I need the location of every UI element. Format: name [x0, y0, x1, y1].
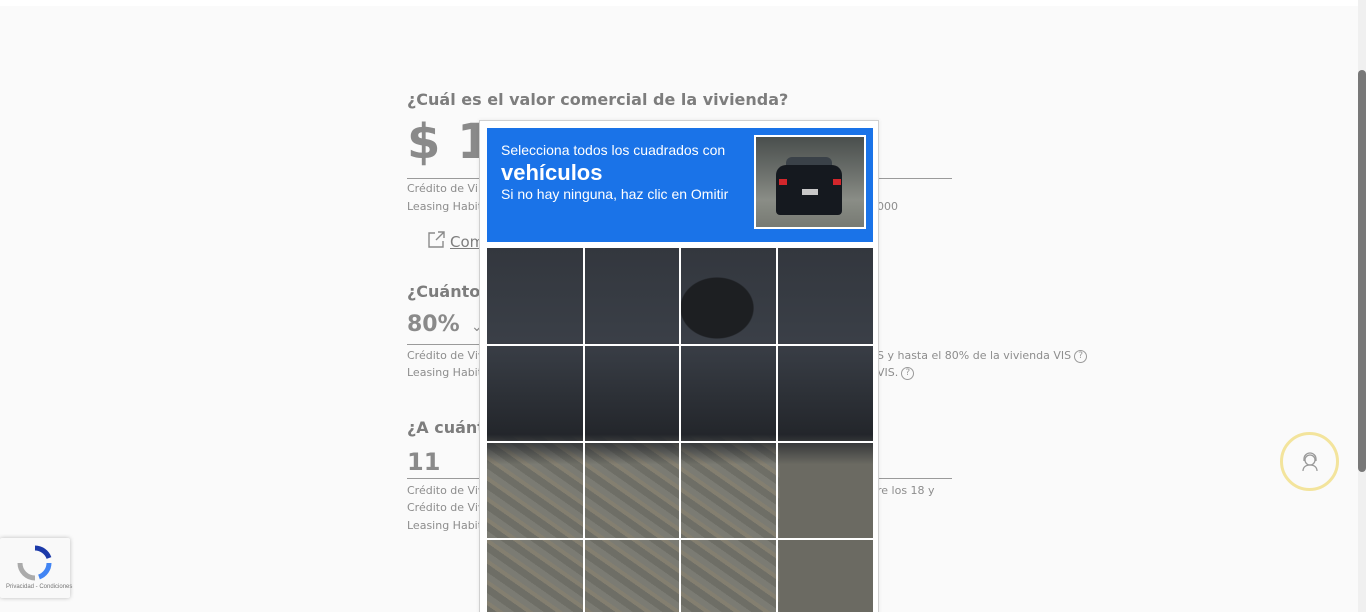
challenge-tile[interactable] — [775, 344, 874, 443]
home-value-input[interactable]: $ 1 — [407, 114, 491, 170]
help-icon[interactable]: ? — [1074, 349, 1088, 363]
home-value-note-leasing-right: 000 — [877, 200, 898, 213]
recaptcha-challenge: Selecciona todos los cuadrados con vehíc… — [479, 120, 879, 612]
challenge-skip-hint: Si no hay ninguna, haz clic en Omitir — [501, 186, 729, 202]
challenge-tile[interactable] — [679, 538, 778, 612]
badge-privacy-terms[interactable]: Privacidad - Condiciones — [6, 584, 72, 590]
home-value-note-credit: Crédito de Vi — [407, 182, 478, 195]
support-agent-icon — [1302, 452, 1318, 472]
question-home-value: ¿Cuál es el valor comercial de la vivien… — [407, 90, 789, 109]
challenge-tile[interactable] — [486, 441, 585, 540]
term-note-leasing: Leasing Habit — [407, 519, 483, 532]
challenge-tile[interactable] — [582, 247, 681, 346]
challenge-tile[interactable] — [775, 441, 874, 540]
challenge-grid — [486, 247, 874, 612]
challenge-tile[interactable] — [582, 344, 681, 443]
challenge-tile[interactable] — [486, 344, 585, 443]
financing-note-leasing: Leasing Habit — [407, 366, 483, 379]
challenge-tile[interactable] — [582, 441, 681, 540]
challenge-tile[interactable] — [679, 247, 778, 346]
challenge-tile[interactable] — [486, 247, 585, 346]
challenge-tile[interactable] — [679, 441, 778, 540]
challenge-tile[interactable] — [775, 538, 874, 612]
help-icon[interactable]: ? — [901, 366, 915, 380]
challenge-tile[interactable] — [775, 247, 874, 346]
challenge-header: Selecciona todos los cuadrados con vehíc… — [487, 128, 873, 242]
term-note-credit-2: Crédito de Viv — [407, 501, 485, 514]
home-value-note-leasing: Leasing Habit — [407, 200, 483, 213]
external-link-icon — [428, 231, 445, 248]
scrollbar-thumb[interactable] — [1358, 70, 1366, 472]
financing-note-leasing-right: VIS.? — [877, 366, 915, 380]
top-bar — [0, 0, 1358, 6]
sample-image — [754, 135, 866, 229]
financing-note-credit: Crédito de Viv — [407, 349, 485, 362]
support-chat-button[interactable] — [1280, 432, 1339, 491]
challenge-tile[interactable] — [486, 538, 585, 612]
term-input[interactable]: 11 — [407, 448, 440, 476]
challenge-tile[interactable] — [582, 538, 681, 612]
financing-percent-underline — [407, 344, 482, 345]
challenge-target: vehículos — [501, 160, 603, 185]
term-note-credit-1-right: re los 18 y — [877, 484, 935, 497]
challenge-instruction: Selecciona todos los cuadrados con — [501, 142, 726, 158]
financing-note-credit-right: S y hasta el 80% de la vivienda VIS? — [877, 349, 1088, 363]
recaptcha-logo-icon — [17, 545, 52, 581]
recaptcha-badge[interactable]: Privacidad - Condiciones — [0, 538, 72, 598]
financing-percent-select[interactable]: 80% — [407, 312, 460, 337]
challenge-tile[interactable] — [679, 344, 778, 443]
term-note-credit-1: Crédito de Viv — [407, 484, 485, 497]
